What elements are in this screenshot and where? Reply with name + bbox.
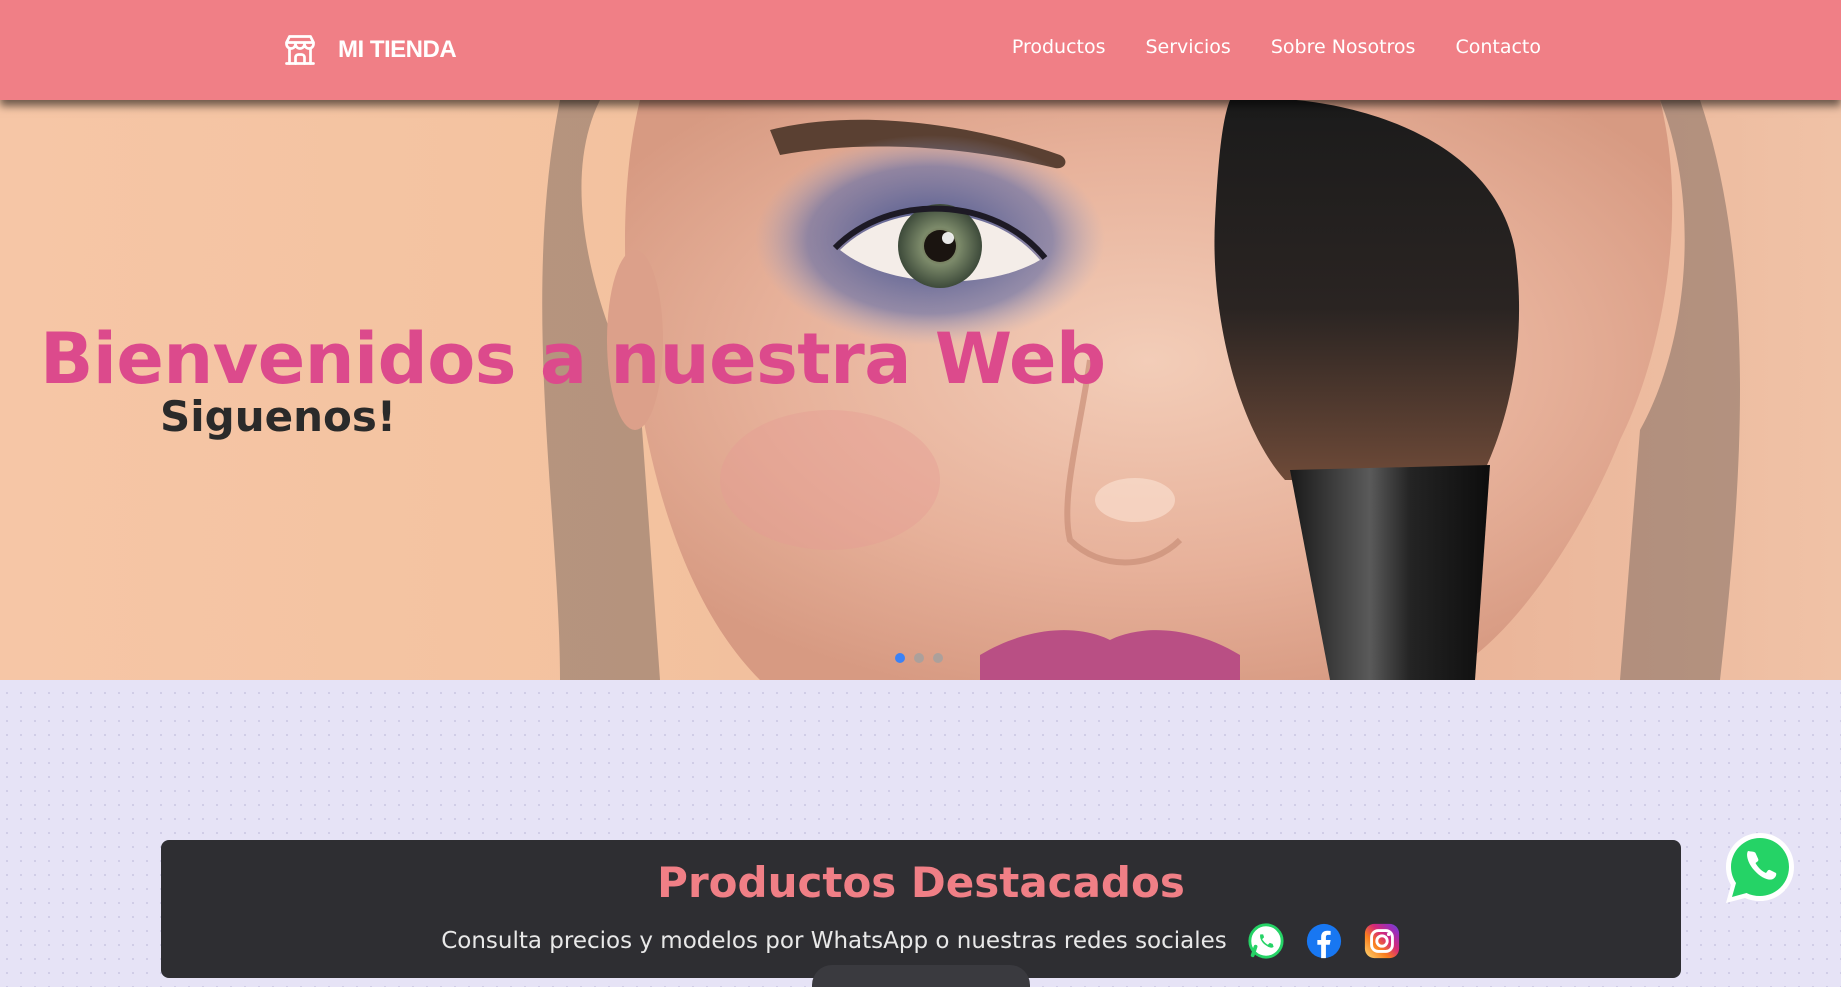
featured-subtitle: Consulta precios y modelos por WhatsApp … (441, 928, 1227, 954)
featured-title: Productos Destacados (657, 858, 1185, 907)
hero-carousel: Bienvenidos a nuestra Web Siguenos! (0, 100, 1841, 680)
brand-name: MI TIENDA (338, 36, 457, 63)
facebook-icon[interactable] (1305, 922, 1343, 960)
instagram-icon[interactable] (1363, 922, 1401, 960)
brand-link[interactable]: MI TIENDA (282, 30, 457, 70)
nav-item-contacto[interactable]: Contacto (1455, 36, 1541, 58)
whatsapp-float-icon[interactable] (1720, 827, 1800, 907)
carousel-indicators (895, 653, 943, 663)
nav-item-sobre-nosotros[interactable]: Sobre Nosotros (1271, 36, 1416, 58)
nav-item-servicios[interactable]: Servicios (1146, 36, 1231, 58)
bottom-toolbar[interactable] (812, 965, 1030, 987)
carousel-dot-1[interactable] (895, 653, 905, 663)
featured-products-banner: Productos Destacados Consulta precios y … (161, 840, 1681, 978)
main-nav: Productos Servicios Sobre Nosotros Conta… (1012, 36, 1541, 58)
carousel-dot-3[interactable] (933, 653, 943, 663)
carousel-dot-2[interactable] (914, 653, 924, 663)
whatsapp-icon[interactable] (1247, 922, 1285, 960)
navbar: MI TIENDA Productos Servicios Sobre Noso… (0, 0, 1841, 100)
hero-title: Bienvenidos a nuestra Web (40, 318, 1106, 400)
featured-contact-row: Consulta precios y modelos por WhatsApp … (161, 922, 1681, 960)
hero-subtitle: Siguenos! (160, 392, 397, 441)
store-icon (285, 35, 315, 65)
nav-item-productos[interactable]: Productos (1012, 36, 1106, 58)
